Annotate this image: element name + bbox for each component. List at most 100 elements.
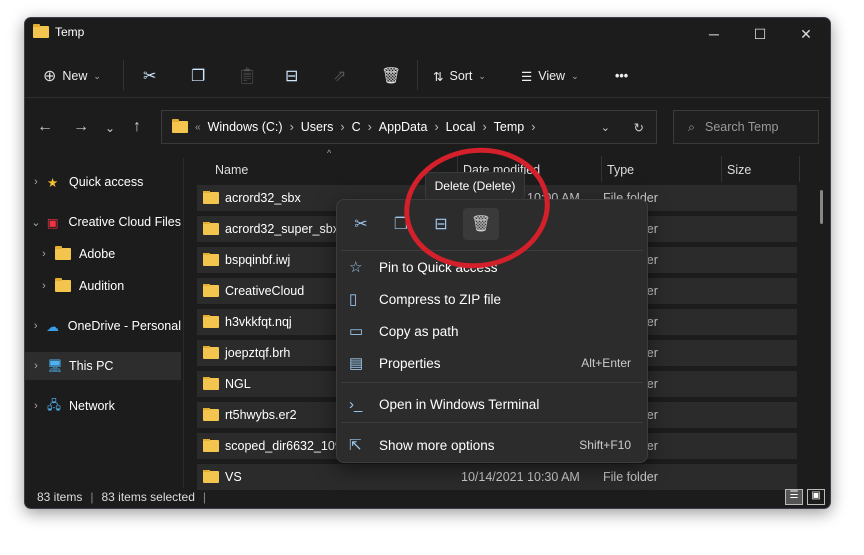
breadcrumb-appdata[interactable]: AppData	[379, 120, 428, 134]
view-label: View	[538, 69, 566, 83]
sort-label: Sort	[449, 69, 473, 83]
back-button[interactable]: ←	[37, 118, 53, 136]
search-icon: ⌕	[688, 119, 696, 134]
network-icon: 🖧	[47, 397, 61, 412]
share-icon[interactable]: ⇗	[333, 62, 346, 90]
folder-icon	[203, 191, 219, 204]
star-icon: ★	[47, 175, 59, 190]
search-placeholder: Search Temp	[705, 120, 779, 134]
breadcrumb-overflow[interactable]: «	[195, 122, 201, 133]
sort-icon: ⇅	[433, 69, 444, 84]
menu-item-label: Show more options	[379, 437, 495, 453]
new-button[interactable]: ⊕ New ⌄	[43, 62, 101, 90]
delete-icon[interactable]: 🗑︎	[381, 62, 401, 90]
file-type: File folder	[603, 470, 658, 484]
refresh-icon[interactable]: ↻	[634, 120, 644, 135]
sidebar-item-creative-cloud-files[interactable]: ⌄ ▣ Creative Cloud Files	[25, 208, 181, 236]
properties-icon: ▤	[349, 355, 364, 372]
paste-icon[interactable]: 📋︎	[237, 62, 257, 90]
address-history-chevron-icon[interactable]: ⌄	[601, 121, 610, 134]
folder-icon	[172, 119, 188, 133]
sort-ascending-icon: ^	[327, 148, 332, 158]
menu-divider	[341, 422, 643, 423]
folder-icon	[203, 222, 219, 235]
scrollbar-thumb[interactable]	[820, 190, 823, 224]
folder-icon	[203, 284, 219, 297]
recent-locations-button[interactable]: ⌄	[105, 121, 115, 135]
close-button[interactable]: ✕	[783, 20, 829, 48]
forward-button[interactable]: →	[73, 118, 89, 136]
up-button[interactable]: ↑	[133, 118, 141, 136]
folder-icon	[203, 408, 219, 421]
file-name: CreativeCloud	[225, 284, 305, 298]
sidebar-item-adobe[interactable]: › Adobe	[25, 240, 181, 268]
view-icon: ☰	[521, 69, 533, 84]
details-view-icon[interactable]: ☰	[785, 489, 803, 505]
view-button[interactable]: ☰ View ⌄	[521, 62, 579, 90]
file-date: 10/14/2021 10:30 AM	[461, 470, 580, 484]
maximize-button[interactable]: ☐	[737, 20, 783, 48]
menu-item-compress-to-zip[interactable]: ▯ Compress to ZIP file	[337, 284, 647, 314]
cut-icon[interactable]: ✂	[343, 208, 379, 240]
divider	[123, 60, 124, 90]
menu-divider	[341, 382, 643, 383]
search-input[interactable]: ⌕ Search Temp	[673, 110, 819, 144]
folder-icon	[203, 253, 219, 266]
menu-item-label: Copy as path	[379, 323, 459, 339]
file-name: VS	[225, 470, 242, 484]
minimize-button[interactable]: ─	[691, 20, 737, 48]
menu-item-open-in-terminal[interactable]: ›_ Open in Windows Terminal	[337, 389, 647, 419]
menu-item-copy-as-path[interactable]: ▭ Copy as path	[337, 316, 647, 346]
status-bar: 83 items | 83 items selected |	[37, 490, 206, 504]
file-name: joepztqf.brh	[225, 346, 291, 360]
sidebar-item-quick-access[interactable]: › ★ Quick access	[25, 168, 181, 196]
sidebar-item-audition[interactable]: › Audition	[25, 272, 181, 300]
menu-item-label: Properties	[379, 355, 441, 371]
selected-count: 83 items selected	[101, 490, 195, 504]
menu-item-properties[interactable]: ▤ Properties Alt+Enter	[337, 348, 647, 378]
file-name: rt5hwybs.er2	[225, 408, 297, 422]
address-bar[interactable]: « Windows (C:) › Users › C › AppData › Local…	[161, 110, 657, 144]
new-label: New	[62, 69, 88, 83]
command-bar: ⊕ New ⌄ ✂ ❐ 📋︎ ⊟ ⇗ 🗑︎ ⇅ Sort ⌄ ☰ View ⌄ •••	[25, 54, 830, 98]
breadcrumb-local[interactable]: Local	[446, 120, 476, 134]
column-divider	[721, 156, 722, 182]
sidebar-item-this-pc[interactable]: › 🖥︎ This PC	[25, 352, 181, 380]
rename-icon[interactable]: ⊟	[285, 62, 298, 90]
folder-icon	[203, 346, 219, 359]
breadcrumb-c[interactable]: C	[352, 120, 361, 134]
column-divider	[799, 156, 800, 182]
show-more-options-icon: ⇱	[349, 437, 362, 454]
menu-item-shortcut: Shift+F10	[579, 438, 631, 452]
file-name: acrord32_sbx	[225, 191, 301, 205]
folder-icon	[203, 470, 219, 483]
breadcrumb-windows-c[interactable]: Windows (C:)	[208, 120, 283, 134]
file-row[interactable]: VS 10/14/2021 10:30 AM File folder	[197, 464, 797, 490]
creative-cloud-icon: ▣	[46, 215, 59, 230]
folder-icon	[55, 278, 71, 292]
plus-circle-icon: ⊕	[43, 68, 57, 85]
window-title: Temp	[55, 25, 85, 39]
sidebar-item-network[interactable]: › 🖧 Network	[25, 392, 181, 420]
breadcrumb-users[interactable]: Users	[301, 120, 334, 134]
tiles-view-icon[interactable]: ▣	[807, 489, 825, 505]
column-divider	[601, 156, 602, 182]
pc-icon: 🖥︎	[47, 358, 63, 373]
copy-icon[interactable]: ❐	[191, 62, 205, 90]
title-bar: Temp	[33, 24, 85, 39]
cut-icon[interactable]: ✂	[143, 62, 156, 90]
folder-icon	[55, 246, 71, 260]
menu-item-show-more-options[interactable]: ⇱ Show more options Shift+F10	[337, 430, 647, 460]
folder-icon	[203, 377, 219, 390]
onedrive-icon: ☁	[46, 319, 59, 334]
more-options-button[interactable]: •••	[615, 62, 628, 90]
folder-icon	[33, 24, 49, 38]
item-count: 83 items	[37, 490, 83, 504]
sort-button[interactable]: ⇅ Sort ⌄	[433, 62, 486, 90]
menu-item-label: Compress to ZIP file	[379, 291, 502, 307]
folder-icon	[203, 439, 219, 452]
sidebar-item-onedrive[interactable]: › ☁ OneDrive - Personal	[25, 312, 181, 340]
breadcrumb-temp[interactable]: Temp	[494, 120, 525, 134]
compress-to-zip-icon: ▯	[349, 291, 358, 308]
menu-item-shortcut: Alt+Enter	[581, 356, 631, 370]
